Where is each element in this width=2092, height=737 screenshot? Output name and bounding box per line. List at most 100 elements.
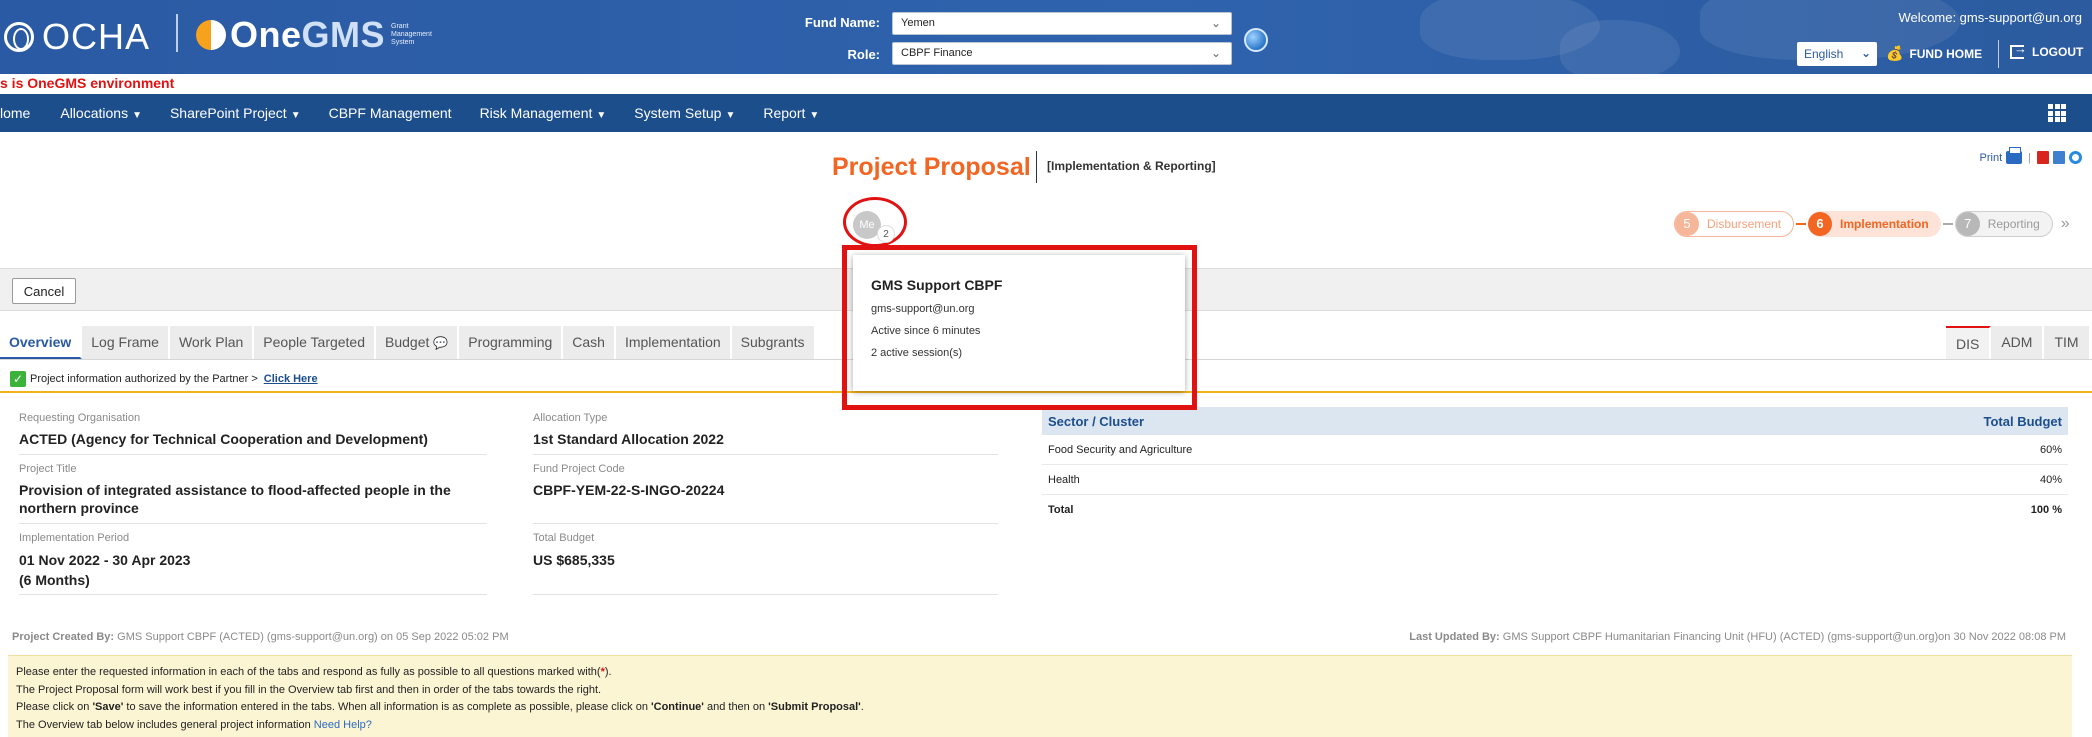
document-icon[interactable] [2053, 151, 2065, 164]
chevron-down-icon: ⌄ [1210, 16, 1221, 30]
apps-grid-icon[interactable] [2048, 104, 2066, 122]
chevron-down-icon: ▼ [596, 110, 607, 121]
step-reporting[interactable]: 7 Reporting [1954, 211, 2053, 237]
implementation-months-value: (6 Months) [19, 572, 90, 588]
chevron-down-icon: ▼ [809, 110, 820, 121]
sector-table-header: Sector / Cluster Total Budget [1042, 407, 2068, 435]
onegms-logo-text: OneGMS [230, 14, 386, 55]
table-total-row: Total 100 % [1048, 504, 2062, 516]
tab-work-plan[interactable]: Work Plan [169, 326, 255, 359]
onegms-logo[interactable]: OneGMS Grant Management System [196, 14, 432, 56]
role-select[interactable]: CBPF Finance ⌄ [892, 42, 1232, 65]
chevron-down-icon: ▼ [725, 110, 736, 121]
instruction-line: The Project Proposal form will work best… [16, 683, 602, 696]
instruction-line: Please enter the requested information i… [16, 666, 612, 678]
nav-item-system-setup[interactable]: System Setup ▼ [634, 105, 735, 121]
logout-link[interactable]: LOGOUT [2010, 41, 2083, 59]
browser-icon[interactable] [2069, 151, 2082, 164]
tab-budget[interactable]: Budget 💬 [376, 326, 460, 359]
allocation-type-label: Allocation Type [533, 412, 608, 424]
un-globe-icon [4, 22, 34, 52]
toolbar-divider: | [2028, 151, 2031, 164]
click-here-link[interactable]: Click Here [264, 373, 318, 385]
fund-name-label: Fund Name: [804, 15, 880, 30]
nav-item-risk-management[interactable]: Risk Management ▼ [480, 105, 607, 121]
print-toolbar: Print | [1980, 147, 2082, 164]
field-divider [19, 523, 487, 524]
chevron-right-icon[interactable]: » [2061, 215, 2070, 233]
popup-active-since: Active since 6 minutes [871, 325, 981, 337]
tab-subgrants[interactable]: Subgrants [731, 326, 816, 359]
field-divider [533, 523, 998, 524]
logo-divider [176, 14, 178, 52]
top-header: OCHA OneGMS Grant Management System Fund… [0, 0, 2092, 74]
instruction-line: Please click on 'Save' to save the infor… [16, 701, 864, 713]
session-count-badge: 2 [877, 225, 895, 243]
print-link[interactable]: Print [1980, 152, 2003, 164]
nav-item-sharepoint-project[interactable]: SharePoint Project ▼ [170, 105, 301, 121]
allocation-type-value: 1st Standard Allocation 2022 [533, 431, 724, 447]
chevron-down-icon: ⌄ [1860, 46, 1871, 60]
logout-icon [2010, 41, 2027, 59]
total-budget-label: Total Budget [533, 532, 595, 544]
tab-log-frame[interactable]: Log Frame [82, 326, 170, 359]
nav-item-allocations[interactable]: Allocations ▼ [60, 105, 142, 121]
nav-item-report[interactable]: Report ▼ [763, 105, 819, 121]
tab-dis[interactable]: DIS [1946, 326, 1992, 359]
step-disbursement[interactable]: 5 Disbursement [1674, 211, 1795, 237]
page-title: Project Proposal [832, 153, 1031, 181]
comment-icon: 💬 [433, 336, 449, 350]
step-implementation[interactable]: 6 Implementation [1808, 211, 1941, 237]
tab-tim[interactable]: TIM [2044, 326, 2091, 359]
globe-icon[interactable] [1244, 28, 1268, 52]
fund-home-link[interactable]: 💰 FUND HOME [1886, 45, 1982, 62]
workflow-steps: 5 Disbursement 6 Implementation 7 Report… [1674, 211, 2070, 237]
checkmark-icon: ✓ [10, 370, 26, 387]
onegms-subtitle: Grant Management System [391, 23, 432, 46]
popup-session-count: 2 active session(s) [871, 347, 963, 359]
printer-icon[interactable] [2006, 147, 2023, 164]
step-connector [1796, 223, 1807, 225]
cancel-button[interactable]: Cancel [12, 278, 76, 304]
role-label: Role: [847, 47, 881, 62]
field-divider [533, 454, 998, 455]
field-divider [19, 594, 487, 595]
tab-programming[interactable]: Programming [459, 326, 564, 359]
instructions-box: Please enter the requested information i… [8, 655, 2072, 737]
tab-adm[interactable]: ADM [1991, 326, 2045, 359]
ocha-logo-text: OCHA [42, 16, 151, 57]
pdf-icon[interactable] [2037, 151, 2049, 164]
header-divider [1998, 40, 1999, 68]
requesting-org-value: ACTED (Agency for Technical Cooperation … [19, 431, 428, 447]
fund-code-value: CBPF-YEM-22-S-INGO-20224 [533, 482, 725, 498]
tab-people-targeted[interactable]: People Targeted [254, 326, 377, 359]
world-map-decoration [1560, 20, 1680, 74]
right-tabs: DIS ADM TIM [1946, 326, 2091, 359]
fund-name-select[interactable]: Yemen ⌄ [892, 12, 1232, 35]
table-row: Food Security and Agriculture 60% [1042, 435, 2068, 465]
field-divider [19, 454, 487, 455]
tab-cash[interactable]: Cash [563, 326, 616, 359]
need-help-link[interactable]: Need Help? [314, 719, 372, 731]
language-select[interactable]: English ⌄ [1797, 42, 1877, 66]
ocha-logo[interactable]: OCHA [4, 16, 150, 58]
tab-overview[interactable]: Overview [0, 326, 83, 359]
nav-item-cbpf-management[interactable]: CBPF Management [329, 105, 452, 121]
project-created-by: Project Created By: GMS Support CBPF (AC… [12, 631, 509, 643]
authorization-text: Project information authorized by the Pa… [30, 372, 258, 385]
nav-item-home[interactable]: lome [0, 105, 30, 121]
table-row: Health 40% [1042, 465, 2068, 495]
implementation-period-value: 01 Nov 2022 - 30 Apr 2023 [19, 552, 191, 568]
requesting-org-label: Requesting Organisation [19, 412, 141, 424]
field-divider [533, 594, 998, 595]
project-title-value: Provision of integrated assistance to fl… [19, 482, 451, 516]
chevron-down-icon: ▼ [290, 110, 301, 121]
proposal-tabs: Overview Log Frame Work Plan People Targ… [0, 326, 816, 359]
step-connector [1942, 223, 1953, 225]
sector-cluster-table: Sector / Cluster Total Budget Food Secur… [1042, 407, 2068, 525]
instruction-line: The Overview tab below includes general … [16, 718, 372, 731]
title-divider [1036, 151, 1037, 183]
chevron-down-icon: ⌄ [1210, 46, 1221, 60]
tab-implementation[interactable]: Implementation [615, 326, 732, 359]
welcome-text: Welcome: gms-support@un.org [1898, 10, 2082, 25]
